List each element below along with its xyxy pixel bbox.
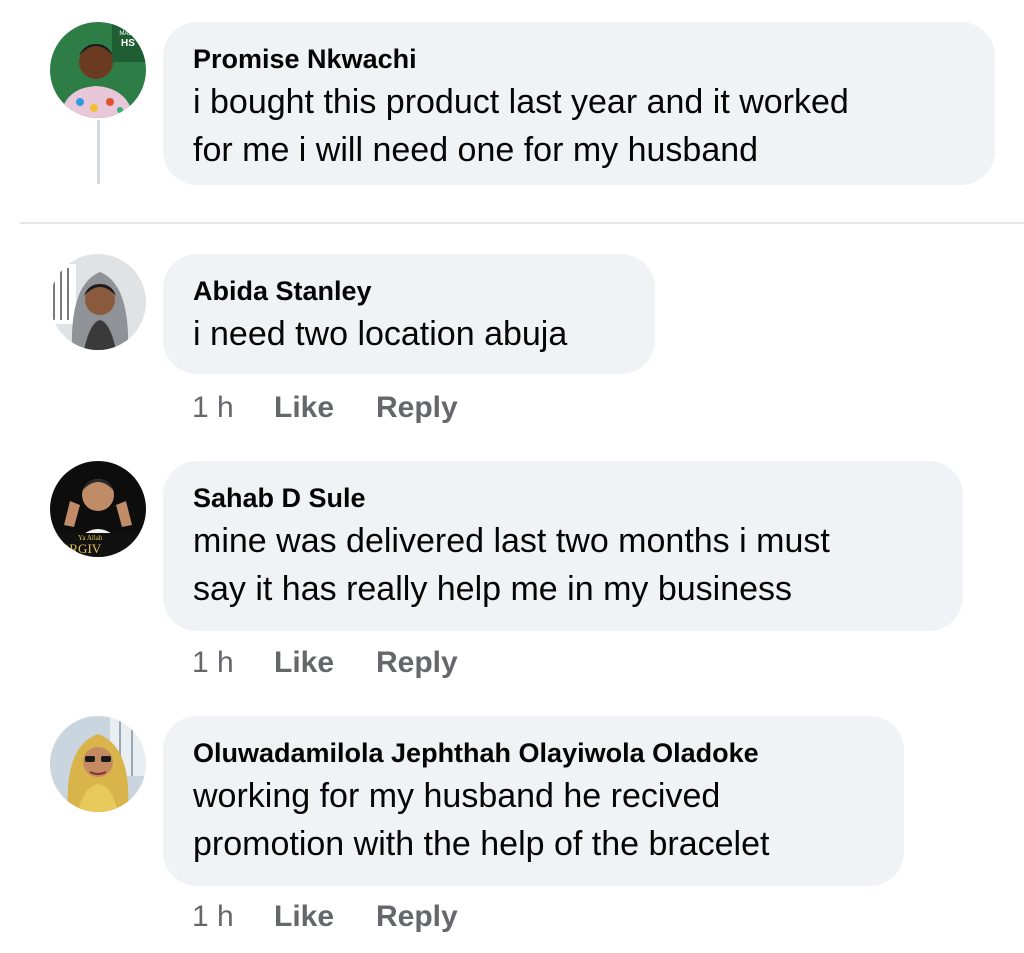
comment-actions: 1 h Like Reply (192, 645, 458, 681)
avatar-photo-icon: MADE HS (50, 22, 146, 118)
comment-author[interactable]: Promise Nkwachi (193, 42, 965, 76)
comment-text: mine was delivered last two months i mus… (193, 517, 933, 613)
avatar-photo-icon (50, 254, 146, 350)
comment-bubble[interactable]: Oluwadamilola Jephthah Olayiwola Oladoke… (163, 716, 904, 886)
comment-text: i need two location abuja (193, 310, 625, 358)
comment-author[interactable]: Sahab D Sule (193, 481, 933, 515)
comment-author[interactable]: Abida Stanley (193, 274, 625, 308)
comment-text-line: working for my husband he recived (193, 777, 721, 815)
avatar-caption-bottom: HS (121, 38, 135, 49)
comment-text-line: mine was delivered last two months i mus… (193, 522, 830, 560)
comment-text-line: for me i will need one for my husband (193, 131, 759, 169)
comment-text-line: promotion with the help of the bracelet (193, 825, 770, 863)
thread-line (97, 120, 100, 184)
avatar-caption-bottom: ORGIV (60, 541, 102, 556)
comment-actions: 1 h Like Reply (192, 390, 458, 426)
comment-text-line: say it has really help me in my business (193, 570, 793, 608)
reply-button[interactable]: Reply (376, 645, 458, 681)
like-button[interactable]: Like (274, 899, 376, 935)
section-divider (20, 222, 1024, 224)
reply-button[interactable]: Reply (376, 390, 458, 426)
comment-text-line: i bought this product last year and it w… (193, 83, 849, 121)
avatar[interactable]: Ya Allah ORGIV (50, 461, 146, 557)
avatar[interactable]: MADE HS (50, 22, 146, 118)
comment-text-line: i need two location abuja (193, 315, 568, 353)
comment-text: working for my husband he recived promot… (193, 772, 874, 868)
avatar-photo-icon (50, 716, 146, 812)
comment-actions: 1 h Like Reply (192, 899, 458, 935)
comments-page: MADE HS Promise Nkwachi i bought this pr… (0, 0, 1024, 953)
like-button[interactable]: Like (274, 390, 376, 426)
like-button[interactable]: Like (274, 645, 376, 681)
comment-bubble[interactable]: Sahab D Sule mine was delivered last two… (163, 461, 963, 631)
comment-time[interactable]: 1 h (192, 899, 274, 935)
avatar[interactable] (50, 254, 146, 350)
avatar-photo-icon: Ya Allah ORGIV (50, 461, 146, 557)
comment-author[interactable]: Oluwadamilola Jephthah Olayiwola Oladoke (193, 736, 874, 770)
comment-bubble[interactable]: Abida Stanley i need two location abuja (163, 254, 655, 374)
comment-text: i bought this product last year and it w… (193, 78, 965, 174)
comment-bubble[interactable]: Promise Nkwachi i bought this product la… (163, 22, 995, 185)
avatar-caption-top: MADE (119, 31, 136, 37)
avatar[interactable] (50, 716, 146, 812)
reply-button[interactable]: Reply (376, 899, 458, 935)
comment-time[interactable]: 1 h (192, 390, 274, 426)
comment-time[interactable]: 1 h (192, 645, 274, 681)
